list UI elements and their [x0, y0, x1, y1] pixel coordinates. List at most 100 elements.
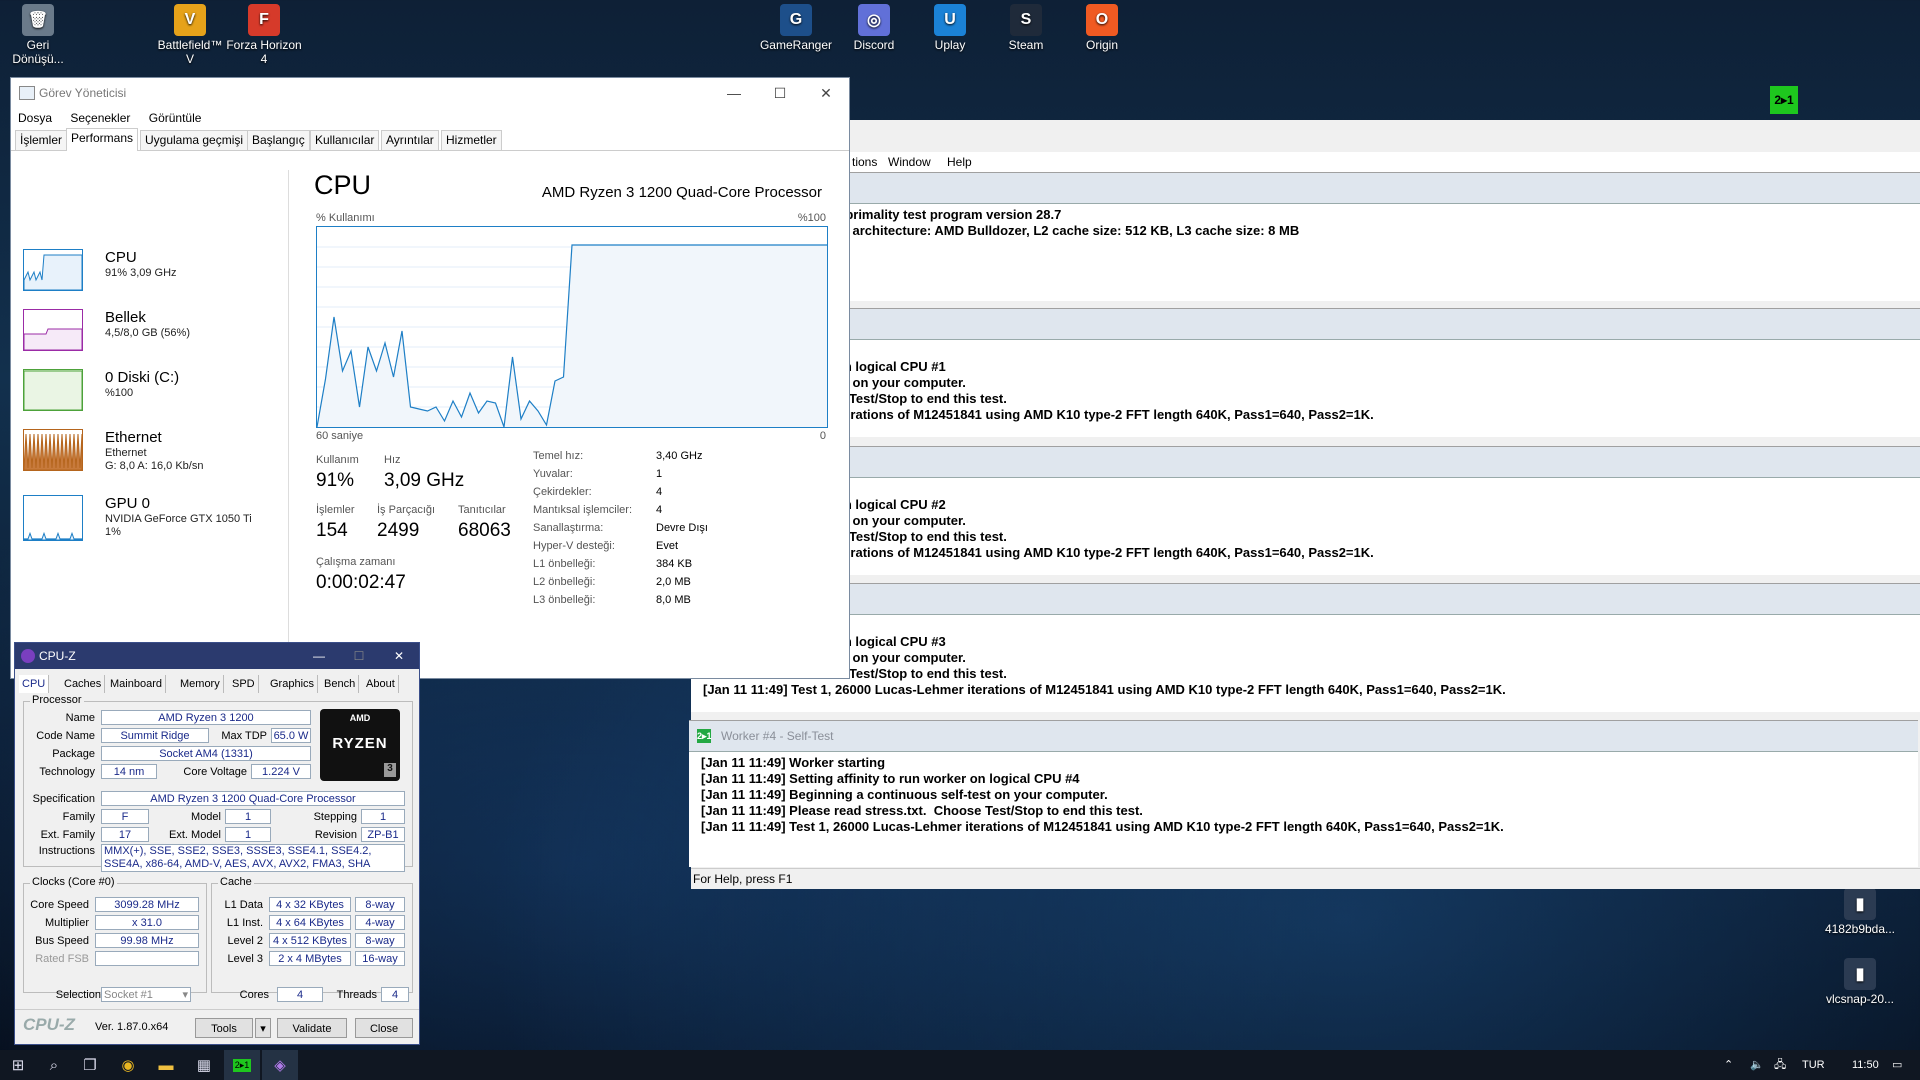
clock[interactable]: 11:50 — [1852, 1050, 1879, 1080]
desktop-icon-7[interactable]: O Origin — [1064, 4, 1140, 52]
task-view-icon: ❐ — [83, 1057, 97, 1074]
thumbnail-line — [24, 370, 82, 410]
search-button[interactable]: ⌕ — [36, 1050, 72, 1080]
tab-services[interactable]: Hizmetler — [441, 130, 502, 150]
desktop-icon-6[interactable]: S Steam — [988, 4, 1064, 52]
taskbar-task-manager[interactable]: ▦ — [186, 1050, 222, 1080]
sidebar-item-disk[interactable]: 0 Diski (C:) %100 — [23, 369, 273, 425]
taskbar-cpuz[interactable]: ◈ — [262, 1050, 298, 1080]
volume-button[interactable]: 🔈 — [1750, 1050, 1764, 1080]
tab-app-history[interactable]: Uygulama geçmişi — [140, 130, 249, 150]
tab-details[interactable]: Ayrıntılar — [381, 130, 439, 150]
usage-value: 91% — [316, 470, 355, 491]
graph-y-max: %100 — [797, 212, 826, 224]
notification-icon: ▭ — [1892, 1059, 1903, 1071]
menu-options[interactable]: tions — [852, 155, 877, 169]
tab-users[interactable]: Kullanıcılar — [310, 130, 380, 150]
taskbar-prime95[interactable]: 2▸1 — [224, 1050, 260, 1080]
app-icon: U — [934, 4, 966, 36]
tools-button[interactable]: Tools — [195, 1018, 253, 1038]
cpuz-tab-memory[interactable]: Memory — [177, 675, 224, 693]
close-app-button[interactable]: Close — [355, 1018, 413, 1038]
tab-startup[interactable]: Başlangıç — [247, 130, 310, 150]
multiplier-field: x 31.0 — [95, 915, 199, 930]
cpuz-window[interactable]: CPU-Z — ☐ ✕ CPU Caches Mainboard Memory SPD G… — [14, 642, 420, 1045]
taskbar-chrome[interactable]: ◉ — [110, 1050, 146, 1080]
desktop-icon-4[interactable]: ◎ Discord — [836, 4, 912, 52]
language-indicator[interactable]: TUR — [1802, 1050, 1825, 1080]
l1-inst-field: 4 x 64 KBytes — [269, 915, 351, 930]
sidebar-item-gpu[interactable]: GPU 0 NVIDIA GeForce GTX 1050 Ti 1% — [23, 495, 273, 551]
detail-value: 4 — [656, 486, 663, 498]
cpuz-tab-cpu[interactable]: CPU — [19, 675, 50, 693]
task-view-button[interactable]: ❐ — [72, 1050, 108, 1080]
worker-2-log: startingaffinity to run worker on logica… — [691, 478, 1920, 561]
detail-label: Temel hız: — [533, 450, 584, 462]
l1-inst-way-field: 4-way — [355, 915, 405, 930]
desktop-icon-file-2[interactable]: ▮ vlcsnap-20... — [1822, 958, 1898, 1006]
tab-performance[interactable]: Performans — [66, 128, 139, 151]
minimize-button[interactable]: — — [299, 643, 339, 669]
cpuz-tab-mainboard[interactable]: Mainboard — [107, 675, 166, 693]
start-button[interactable]: ⊞ — [0, 1050, 36, 1080]
desktop-icon-1[interactable]: V Battlefield™ V — [152, 4, 228, 66]
menu-window[interactable]: Window — [888, 155, 931, 169]
prime95-window[interactable]: tions Window Help :49] Mersenne number p… — [689, 120, 1920, 889]
menu-help[interactable]: Help — [947, 155, 972, 169]
cpuz-tab-spd[interactable]: SPD — [229, 675, 259, 693]
log-line: 26000 Lucas-Lehmer iterations of M124518… — [703, 545, 1374, 560]
tools-dropdown-button[interactable]: ▾ — [255, 1018, 271, 1038]
maximize-button[interactable]: ☐ — [757, 78, 803, 108]
log-line: affinity to run worker on logical CPU #1 — [703, 359, 946, 374]
stepping-field: 1 — [361, 809, 405, 824]
worker-4-log: [Jan 11 11:49] Worker starting [Jan 11 11… — [689, 752, 1918, 835]
notifications-button[interactable]: ▭ — [1892, 1050, 1902, 1080]
cpuz-icon — [21, 649, 35, 663]
tab-processes[interactable]: İşlemler — [15, 130, 68, 150]
show-hidden-icons[interactable]: ⌃ — [1724, 1050, 1733, 1080]
log-line: starting — [703, 618, 1920, 634]
task-manager-window[interactable]: Görev Yöneticisi — ☐ ✕ Dosya Seçenekler … — [10, 77, 850, 680]
task-manager-titlebar[interactable]: Görev Yöneticisi — ☐ ✕ — [11, 78, 849, 108]
task-manager-icon — [19, 86, 35, 100]
detail-label: Çekirdekler: — [533, 486, 592, 498]
worker-1-log: startingaffinity to run worker on logica… — [691, 340, 1920, 423]
detail-value: 1 — [656, 468, 663, 480]
prime95-icon: 2▸1 — [697, 729, 712, 743]
sidebar-item-cpu[interactable]: CPU 91% 3,09 GHz — [23, 249, 273, 305]
app-icon: V — [174, 4, 206, 36]
close-button[interactable]: ✕ — [803, 78, 849, 108]
cpuz-titlebar[interactable]: CPU-Z — ☐ ✕ — [15, 643, 419, 669]
sidebar-item-ethernet[interactable]: Ethernet Ethernet G: 8,0 A: 16,0 Kb/sn — [23, 429, 273, 485]
menu-view[interactable]: Görüntüle — [149, 111, 202, 125]
minimize-button[interactable]: — — [711, 78, 757, 108]
cpuz-tab-graphics[interactable]: Graphics — [267, 675, 319, 693]
taskbar-explorer[interactable]: ▬ — [148, 1050, 184, 1080]
menu-file[interactable]: Dosya — [18, 111, 52, 125]
worker-2-titlebar — [691, 447, 1920, 478]
desktop-icon-file-1[interactable]: ▮ 4182b9bda... — [1822, 888, 1898, 936]
windows-logo-icon: ⊞ — [11, 1057, 25, 1074]
menu-options[interactable]: Seçenekler — [70, 111, 130, 125]
detail-label: Hyper-V desteği: — [533, 540, 615, 552]
sidebar-item-memory[interactable]: Bellek 4,5/8,0 GB (56%) — [23, 309, 273, 365]
desktop-icon-0[interactable]: 🗑 Geri Dönüşü... — [0, 4, 76, 66]
graph-y-label: % Kullanımı — [316, 212, 375, 224]
log-line: [Jan 11 11:49] Test 1, 26000 Lucas-Lehme… — [703, 682, 1506, 697]
network-button[interactable]: 🖧 — [1774, 1050, 1786, 1080]
desktop-icon-2[interactable]: F Forza Horizon 4 — [226, 4, 302, 66]
worker-4-titlebar[interactable]: 2▸1 Worker #4 - Self-Test — [689, 721, 1918, 752]
validate-button[interactable]: Validate — [277, 1018, 347, 1038]
log-line: [Jan 11 11:49] Beginning a continuous se… — [701, 787, 1108, 802]
cpuz-tab-bench[interactable]: Bench — [321, 675, 360, 693]
cpuz-tab-caches[interactable]: Caches — [61, 675, 106, 693]
socket-select[interactable]: Socket #1 ▾ — [101, 987, 191, 1002]
desktop-icon-5[interactable]: U Uplay — [912, 4, 988, 52]
panel-title: CPU — [314, 170, 372, 200]
cpuz-tab-about[interactable]: About — [363, 675, 399, 693]
desktop-icon-3[interactable]: G GameRanger — [758, 4, 834, 52]
detail-label: Yuvalar: — [533, 468, 573, 480]
close-button[interactable]: ✕ — [379, 643, 419, 669]
usage-label: Kullanım — [316, 454, 359, 466]
prime95-tray-badge[interactable]: 2▸1 — [1770, 86, 1798, 114]
